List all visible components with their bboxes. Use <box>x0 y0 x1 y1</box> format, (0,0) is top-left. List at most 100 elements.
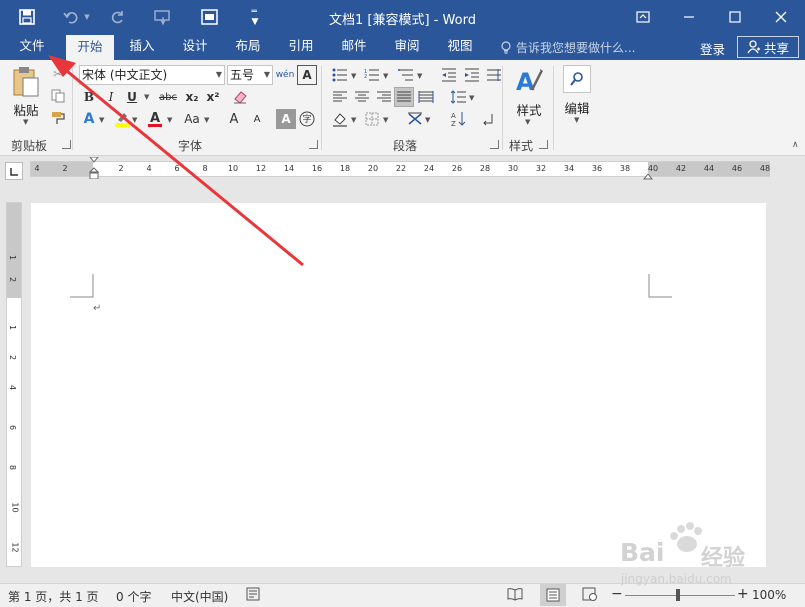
editing-dropdown-icon[interactable]: ▼ <box>574 116 579 124</box>
character-shading-icon[interactable]: A <box>276 109 296 129</box>
tab-view[interactable]: 视图 <box>436 34 484 60</box>
grow-font-button[interactable]: A <box>224 109 244 129</box>
paste-icon[interactable] <box>12 66 40 98</box>
character-border-icon[interactable]: A <box>297 65 317 85</box>
phonetic-guide-icon[interactable]: wén <box>275 65 295 85</box>
right-indent-marker[interactable] <box>642 171 654 185</box>
minimize-icon[interactable] <box>666 0 712 34</box>
document-page[interactable]: ↵ <box>31 203 766 567</box>
clear-formatting-icon[interactable] <box>230 87 250 107</box>
font-launcher-icon[interactable] <box>309 140 318 149</box>
close-icon[interactable] <box>758 0 804 34</box>
maximize-icon[interactable] <box>712 0 758 34</box>
font-color-dropdown-icon[interactable]: ▼ <box>167 116 172 124</box>
print-layout-icon[interactable] <box>540 584 566 606</box>
numbering-dropdown-icon[interactable]: ▼ <box>383 72 388 80</box>
bold-button[interactable]: B <box>79 87 99 107</box>
zoom-out-button[interactable]: − <box>611 586 623 602</box>
styles-dropdown-icon[interactable]: ▼ <box>525 118 530 126</box>
web-layout-icon[interactable] <box>582 587 598 604</box>
font-color-icon[interactable]: A <box>145 109 165 129</box>
align-center-icon[interactable] <box>352 87 372 107</box>
zoom-slider-track[interactable] <box>625 595 735 596</box>
tab-file[interactable]: 文件 <box>8 34 56 60</box>
format-painter-icon[interactable] <box>48 108 68 128</box>
borders-icon[interactable] <box>362 109 382 129</box>
justify-icon[interactable] <box>394 87 414 107</box>
tab-references[interactable]: 引用 <box>277 34 325 60</box>
read-mode-icon[interactable] <box>507 587 523 604</box>
language-indicator[interactable]: 中文(中国) <box>171 588 228 605</box>
share-button[interactable]: 共享 <box>737 36 799 58</box>
multilevel-list-icon[interactable] <box>396 65 416 85</box>
sort-icon[interactable]: AZ <box>448 109 468 129</box>
macro-record-icon[interactable] <box>246 587 260 604</box>
strikethrough-button[interactable]: abc <box>156 87 180 107</box>
shrink-font-button[interactable]: A <box>247 109 267 129</box>
change-case-dropdown-icon[interactable]: ▼ <box>204 116 209 124</box>
font-name-box[interactable]: 宋体 (中文正文) ▼ <box>79 65 225 85</box>
copy-icon[interactable] <box>48 86 68 106</box>
text-direction-dropdown-icon[interactable]: ▼ <box>425 116 430 124</box>
shading-icon[interactable] <box>330 109 350 129</box>
superscript-button[interactable]: x² <box>203 87 223 107</box>
distributed-icon[interactable] <box>416 87 436 107</box>
cut-icon[interactable]: ✂ <box>48 64 68 84</box>
show-marks-icon[interactable] <box>478 109 498 129</box>
first-line-indent-marker[interactable] <box>88 156 100 182</box>
zoom-slider-thumb[interactable] <box>676 589 680 601</box>
page-count[interactable]: 第 1 页，共 1 页 <box>8 588 99 605</box>
tab-layout[interactable]: 布局 <box>224 34 272 60</box>
horizontal-ruler[interactable]: 4 2 2 4 6 8 10 12 14 16 18 20 22 24 26 28 30 32 34 36 38 40 42… <box>30 156 770 180</box>
tab-design[interactable]: 设计 <box>171 34 219 60</box>
shading-dropdown-icon[interactable]: ▼ <box>351 116 356 124</box>
font-name-dropdown-icon[interactable]: ▼ <box>216 66 222 84</box>
tab-review[interactable]: 审阅 <box>383 34 431 60</box>
zoom-level[interactable]: 100% <box>752 588 786 602</box>
decrease-indent-icon[interactable] <box>439 65 459 85</box>
italic-button[interactable]: I <box>101 87 121 107</box>
text-effects-dropdown-icon[interactable]: ▼ <box>99 116 104 124</box>
paste-label[interactable]: 粘贴 <box>8 100 44 119</box>
sign-in-link[interactable]: 登录 <box>700 39 725 58</box>
numbering-icon[interactable]: 12 <box>362 65 382 85</box>
styles-icon[interactable]: A <box>514 66 544 96</box>
bullets-dropdown-icon[interactable]: ▼ <box>351 72 356 80</box>
borders-dropdown-icon[interactable]: ▼ <box>383 116 388 124</box>
collapse-ribbon-icon[interactable]: ∧ <box>792 140 799 150</box>
underline-dropdown-icon[interactable]: ▼ <box>144 93 149 101</box>
subscript-button[interactable]: x₂ <box>182 87 202 107</box>
paragraph-launcher-icon[interactable] <box>490 140 499 149</box>
styles-launcher-icon[interactable] <box>539 140 548 149</box>
font-size-dropdown-icon[interactable]: ▼ <box>264 66 270 84</box>
increase-indent-icon[interactable] <box>462 65 482 85</box>
align-right-icon[interactable] <box>374 87 394 107</box>
editing-button-label[interactable]: 编辑 <box>558 98 596 117</box>
change-case-button[interactable]: Aa <box>180 109 204 129</box>
highlight-dropdown-icon[interactable]: ▼ <box>132 116 137 124</box>
font-size-box[interactable]: 五号 ▼ <box>227 65 273 85</box>
ribbon-display-options-icon[interactable] <box>620 0 666 34</box>
tab-insert[interactable]: 插入 <box>118 34 166 60</box>
tab-selector[interactable] <box>5 162 23 180</box>
chinese-layout-icon[interactable] <box>484 65 504 85</box>
zoom-in-button[interactable]: + <box>737 586 749 602</box>
styles-button-label[interactable]: 样式 <box>510 100 548 119</box>
tell-me-box[interactable]: 告诉我您想要做什么... <box>500 39 635 56</box>
highlight-color-icon[interactable] <box>112 109 132 129</box>
paste-dropdown-icon[interactable]: ▼ <box>23 118 28 126</box>
enclose-characters-icon[interactable]: 字 <box>297 109 317 129</box>
tab-home[interactable]: 开始 <box>66 35 114 60</box>
bullets-icon[interactable] <box>330 65 350 85</box>
line-spacing-dropdown-icon[interactable]: ▼ <box>469 94 474 102</box>
align-left-icon[interactable] <box>330 87 350 107</box>
multilevel-dropdown-icon[interactable]: ▼ <box>417 72 422 80</box>
vertical-ruler[interactable]: 1 2 1 2 4 6 8 10 12 <box>6 202 22 567</box>
find-icon[interactable] <box>563 65 591 93</box>
tab-mailings[interactable]: 邮件 <box>330 34 378 60</box>
line-spacing-icon[interactable] <box>449 87 469 107</box>
underline-button[interactable]: U <box>122 87 142 107</box>
text-direction-icon[interactable] <box>405 109 425 129</box>
text-effects-icon[interactable]: A <box>79 109 99 129</box>
clipboard-launcher-icon[interactable] <box>62 140 71 149</box>
